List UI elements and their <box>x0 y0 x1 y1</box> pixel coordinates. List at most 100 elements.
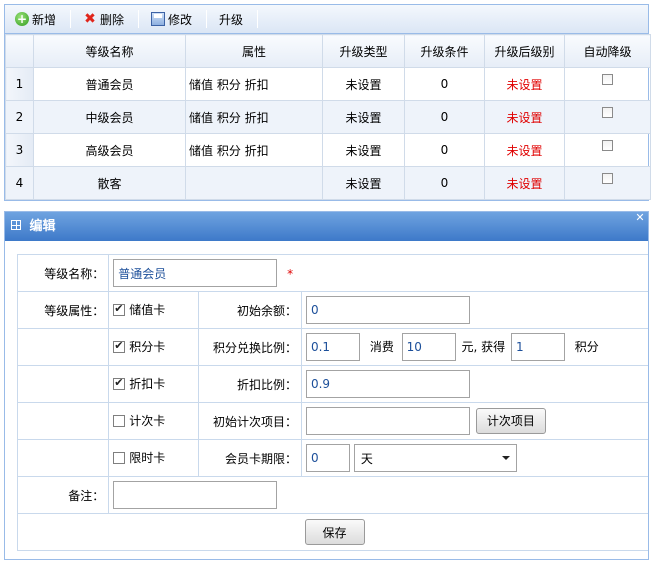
cell-level-name: 普通会员 <box>33 67 186 101</box>
column-header-next-level[interactable]: 升级后级别 <box>484 34 565 68</box>
window-icon <box>11 220 21 230</box>
table-row[interactable]: 2 中级会员 储值 积分 折扣 未设置 0 未设置 <box>5 100 651 134</box>
auto-downgrade-checkbox[interactable] <box>602 74 613 85</box>
auto-downgrade-checkbox[interactable] <box>602 173 613 184</box>
stored-value-checkbox[interactable]: 储值卡 <box>113 301 165 318</box>
delete-button[interactable]: ✖ 删除 <box>77 8 132 30</box>
card-term-label: 会员卡期限： <box>197 439 302 477</box>
points-amount-input[interactable] <box>401 333 456 361</box>
cell-condition: 0 <box>404 67 485 101</box>
timed-card-label: 限时卡 <box>129 451 166 466</box>
level-name-cell: * <box>108 254 648 292</box>
toolbar-separator <box>138 10 140 28</box>
cell-attrs: 储值 积分 折扣 <box>185 100 323 134</box>
add-button[interactable]: + 新增 <box>9 8 64 30</box>
cell-upgrade-type: 未设置 <box>322 133 405 167</box>
table-row[interactable]: 1 普通会员 储值 积分 折扣 未设置 0 未设置 <box>5 67 651 101</box>
auto-downgrade-checkbox[interactable] <box>602 140 613 151</box>
table-row[interactable]: 4 散客 未设置 0 未设置 <box>5 166 651 200</box>
discount-ratio-label: 折扣比例： <box>197 365 302 403</box>
initial-count-items-input[interactable] <box>305 407 470 435</box>
remark-input[interactable] <box>113 481 278 509</box>
cell-attrs: 储值 积分 折扣 <box>185 133 323 167</box>
points-checkbox[interactable]: 积分卡 <box>113 338 165 355</box>
auto-downgrade-checkbox[interactable] <box>602 107 613 118</box>
row-number: 4 <box>5 166 34 200</box>
edit-button[interactable]: 修改 <box>145 8 200 30</box>
cell-level-name: 中级会员 <box>33 100 186 134</box>
form-row-points: 积分卡 积分兑换比例： 消费 元, 获得 积分 <box>16 328 648 366</box>
timed-card-checkbox[interactable]: 限时卡 <box>113 449 165 466</box>
points-ratio-label: 积分兑换比例： <box>197 328 302 366</box>
delete-icon: ✖ <box>84 11 96 27</box>
form-row-discount: 折扣卡 折扣比例： <box>16 365 648 403</box>
column-header-upgrade-type[interactable]: 升级类型 <box>322 34 405 68</box>
cell-next-level: 未设置 <box>484 100 565 134</box>
chevron-down-icon <box>501 456 510 460</box>
column-header-auto-downgrade[interactable]: 自动降级 <box>564 34 651 68</box>
initial-count-items-label: 初始计次项目： <box>197 402 302 440</box>
points-spend-input[interactable] <box>305 333 360 361</box>
cell-upgrade-type: 未设置 <box>322 67 405 101</box>
grid-toolbar: + 新增 ✖ 删除 修改 升级 <box>5 5 648 34</box>
points-earned-input[interactable] <box>510 333 565 361</box>
cell-level-name: 高级会员 <box>33 133 186 167</box>
column-header-attrs[interactable]: 属性 <box>185 34 323 68</box>
cell-next-level: 未设置 <box>484 166 565 200</box>
form-row-stored-value: 等级属性： 储值卡 初始余额： <box>16 291 648 329</box>
remark-label: 备注： <box>16 476 110 514</box>
checkbox-unchecked-icon <box>113 414 126 427</box>
card-term-input[interactable] <box>305 444 350 472</box>
points-label: 积分卡 <box>129 340 166 355</box>
empty-cell <box>16 402 110 440</box>
actions-cell: 保存 <box>17 513 648 551</box>
close-icon[interactable]: ✕ <box>634 212 646 224</box>
edit-dialog: 编辑 ✕ 等级名称： * 等级属性： 储值卡 初始余额： <box>4 211 649 560</box>
count-card-check-cell: 计次卡 <box>108 402 199 440</box>
cell-attrs <box>185 166 323 200</box>
count-card-checkbox[interactable]: 计次卡 <box>113 412 165 429</box>
dialog-title: 编辑 <box>29 219 56 234</box>
timed-card-check-cell: 限时卡 <box>108 439 199 477</box>
column-header-condition[interactable]: 升级条件 <box>404 34 485 68</box>
edit-label: 修改 <box>168 12 193 27</box>
rownum-header <box>5 34 34 68</box>
edit-form: 等级名称： * 等级属性： 储值卡 初始余额： <box>16 254 648 551</box>
level-table: 等级名称 属性 升级类型 升级条件 升级后级别 自动降级 1 普通会员 储值 积… <box>5 34 651 200</box>
cell-next-level: 未设置 <box>484 133 565 167</box>
column-header-name[interactable]: 等级名称 <box>33 34 186 68</box>
form-row-level-name: 等级名称： * <box>16 254 648 292</box>
cell-condition: 0 <box>404 166 485 200</box>
upgrade-label: 升级 <box>219 12 244 27</box>
discount-check-cell: 折扣卡 <box>108 365 199 403</box>
discount-ratio-cell <box>300 365 648 403</box>
discount-checkbox[interactable]: 折扣卡 <box>113 375 165 392</box>
term-unit-value: 天 <box>360 451 373 466</box>
row-number: 2 <box>5 100 34 134</box>
initial-balance-cell <box>300 291 648 329</box>
checkbox-checked-icon <box>113 339 126 353</box>
upgrade-button[interactable]: 升级 <box>213 8 251 30</box>
form-row-count-card: 计次卡 初始计次项目： 计次项目 <box>16 402 648 440</box>
discount-ratio-input[interactable] <box>305 370 470 398</box>
dialog-titlebar[interactable]: 编辑 ✕ <box>5 212 648 241</box>
cell-attrs: 储值 积分 折扣 <box>185 67 323 101</box>
initial-balance-input[interactable] <box>305 296 470 324</box>
toolbar-separator <box>206 10 208 28</box>
cell-level-name: 散客 <box>33 166 186 200</box>
count-items-button[interactable]: 计次项目 <box>475 407 546 434</box>
term-unit-select[interactable]: 天 <box>353 444 517 472</box>
save-disk-icon <box>151 12 166 26</box>
level-name-input[interactable] <box>113 259 278 287</box>
save-button[interactable]: 保存 <box>304 519 365 545</box>
stored-value-label: 储值卡 <box>129 303 166 318</box>
cell-auto-downgrade <box>564 166 651 200</box>
stored-value-check-cell: 储值卡 <box>108 291 199 329</box>
required-mark: * <box>287 266 294 281</box>
table-row[interactable]: 3 高级会员 储值 积分 折扣 未设置 0 未设置 <box>5 133 651 167</box>
initial-count-items-cell: 计次项目 <box>300 402 648 440</box>
level-name-label: 等级名称： <box>16 254 110 292</box>
toolbar-separator <box>70 10 72 28</box>
checkbox-checked-icon <box>113 302 126 316</box>
discount-label: 折扣卡 <box>129 377 166 392</box>
